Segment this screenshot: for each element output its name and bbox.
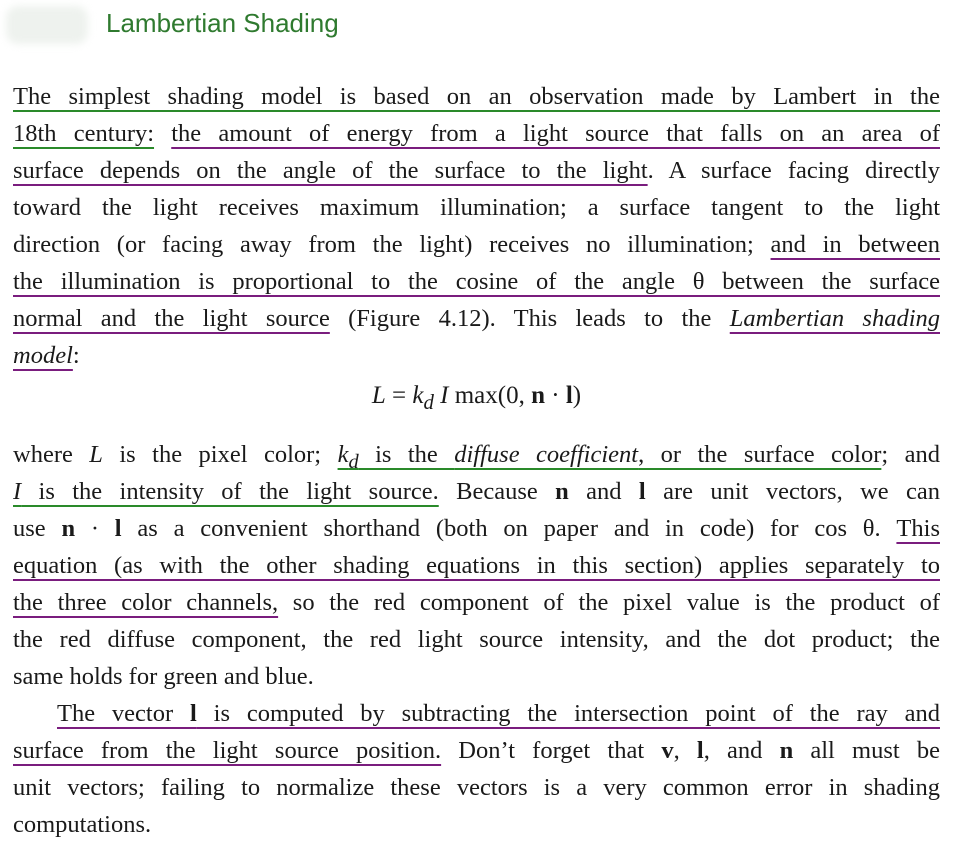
text-line: The simplest shading model is based on a… — [13, 83, 940, 110]
text-line: I is the intensity of the light source. … — [13, 478, 940, 505]
text-line: where L is the pixel color; kd is the di… — [13, 441, 940, 473]
text-line: The vector l is computed by subtracting … — [57, 700, 940, 727]
text-line: normal and the light source (Figure 4.12… — [13, 305, 940, 332]
blurred-logo — [6, 6, 88, 44]
text-line: unit vectors; failing to normalize these… — [13, 774, 940, 801]
text-line: surface from the light source position. … — [13, 737, 940, 764]
paragraph-1: The simplest shading model is based on a… — [13, 78, 940, 374]
text-line: model: — [13, 342, 80, 369]
document-body: The simplest shading model is based on a… — [13, 78, 940, 843]
text-line: equation (as with the other shading equa… — [13, 552, 940, 579]
text-line: direction (or facing away from the light… — [13, 231, 940, 258]
paragraph-2: where L is the pixel color; kd is the di… — [13, 436, 940, 695]
text-line: same holds for green and blue. — [13, 663, 314, 690]
text-line: surface depends on the angle of the surf… — [13, 157, 940, 184]
text-line: the three color channels, so the red com… — [13, 589, 940, 616]
text-line: computations. — [13, 811, 152, 838]
text-line: toward the light receives maximum illumi… — [13, 194, 940, 221]
lambertian-equation: L = kd I max(0, n · l) — [371, 382, 582, 414]
text-line: use n · l as a convenient shorthand (bot… — [13, 515, 940, 542]
text-line: 18th century: the amount of energy from … — [13, 120, 940, 147]
text-line: the red diffuse component, the red light… — [13, 626, 940, 653]
text-line: the illumination is proportional to the … — [13, 268, 940, 295]
section-title: Lambertian Shading — [106, 8, 339, 38]
paragraph-3: The vector l is computed by subtracting … — [13, 695, 940, 843]
